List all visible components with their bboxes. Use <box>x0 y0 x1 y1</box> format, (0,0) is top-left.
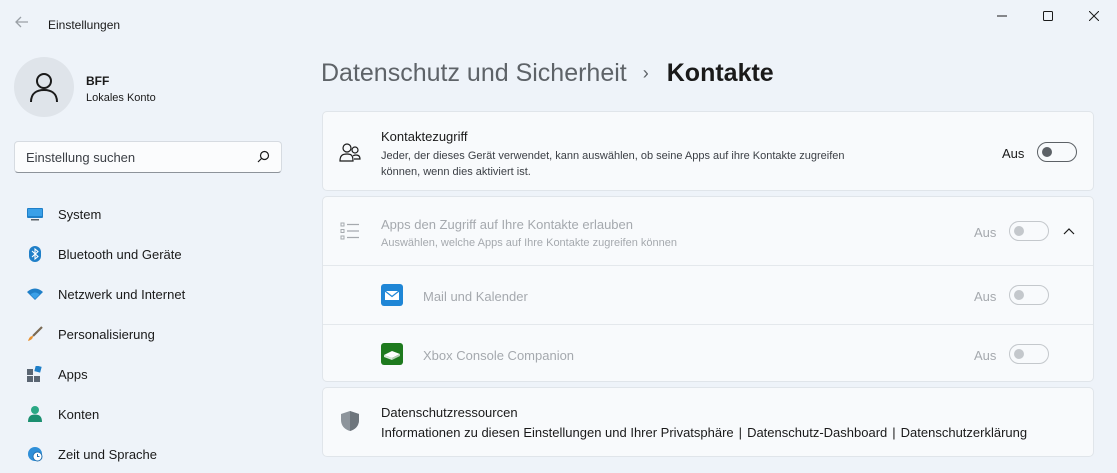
app-name: Mail und Kalender <box>423 289 528 304</box>
sidebar-item-network[interactable]: Netzwerk und Internet <box>14 274 294 314</box>
divider <box>323 324 1093 325</box>
sidebar-item-label: Netzwerk und Internet <box>58 286 186 302</box>
contacts-access-toggle[interactable] <box>1037 142 1077 162</box>
sidebar-item-label: Personalisierung <box>58 326 155 342</box>
chevron-up-icon[interactable] <box>1058 220 1080 242</box>
person-icon <box>26 405 44 423</box>
wifi-icon <box>26 285 44 303</box>
xbox-console-toggle[interactable] <box>1009 344 1049 364</box>
breadcrumb-parent[interactable]: Datenschutz und Sicherheit <box>321 59 627 88</box>
sidebar-item-personalization[interactable]: Personalisierung <box>14 314 294 354</box>
privacy-resources-card: Datenschutzressourcen Informationen zu d… <box>322 387 1094 457</box>
mail-calendar-icon <box>381 284 403 306</box>
sidebar-item-bluetooth[interactable]: Bluetooth und Geräte <box>14 234 294 274</box>
list-icon <box>339 220 361 242</box>
title-bar: Einstellungen <box>0 0 1117 48</box>
app-title: Einstellungen <box>48 18 121 32</box>
link-separator: | <box>738 425 743 440</box>
app-state: Aus <box>974 348 997 363</box>
apps-access-state: Aus <box>974 225 997 240</box>
app-name: Xbox Console Companion <box>423 348 575 363</box>
apps-icon <box>26 365 44 383</box>
privacy-info-link[interactable]: Informationen zu diesen Einstellungen un… <box>381 425 734 440</box>
apps-access-card: Apps den Zugriff auf Ihre Kontakte erlau… <box>322 196 1094 382</box>
search-box[interactable] <box>14 141 282 173</box>
apps-access-description: Auswählen, welche Apps auf Ihre Kontakte… <box>381 237 677 249</box>
toggle-knob <box>1014 349 1024 359</box>
privacy-links: Informationen zu diesen Einstellungen un… <box>381 425 1027 440</box>
contacts-access-description-line1: Jeder, der dieses Gerät verwendet, kann … <box>381 150 845 162</box>
sidebar-item-label: Apps <box>58 366 88 382</box>
search-input[interactable] <box>15 142 245 172</box>
xbox-console-icon <box>381 343 403 365</box>
toggle-knob <box>1042 147 1052 157</box>
sidebar-item-accounts[interactable]: Konten <box>14 394 294 434</box>
sidebar-item-label: System <box>58 206 102 222</box>
bluetooth-icon <box>26 245 44 263</box>
toggle-knob <box>1014 290 1024 300</box>
breadcrumb-separator: › <box>642 63 649 83</box>
mail-calendar-toggle[interactable] <box>1009 285 1049 305</box>
sidebar-item-time-language[interactable]: Zeit und Sprache <box>14 434 294 473</box>
maximize-icon <box>1043 11 1053 21</box>
link-separator: | <box>892 425 896 440</box>
apps-access-title: Apps den Zugriff auf Ihre Kontakte erlau… <box>381 217 633 232</box>
avatar[interactable] <box>14 57 74 117</box>
back-button[interactable] <box>10 14 34 34</box>
app-state: Aus <box>974 289 997 304</box>
sidebar-item-label: Konten <box>58 406 100 422</box>
minimize-icon <box>997 15 1007 17</box>
privacy-resources-title: Datenschutzressourcen <box>381 405 518 420</box>
privacy-statement-link[interactable]: Datenschutzerklärung <box>901 425 1027 440</box>
privacy-dashboard-link[interactable]: Datenschutz-Dashboard <box>747 425 887 440</box>
arrow-left-icon <box>15 16 28 28</box>
globe-clock-icon <box>26 445 44 463</box>
people-icon <box>339 141 361 163</box>
monitor-icon <box>26 205 44 223</box>
page-title: Kontakte <box>666 59 774 87</box>
maximize-button[interactable] <box>1025 0 1071 32</box>
user-name: BFF <box>86 74 110 88</box>
contacts-access-card: Kontaktezugriff Jeder, der dieses Gerät … <box>322 111 1094 191</box>
sidebar-item-system[interactable]: System <box>14 194 294 234</box>
person-outline-icon <box>30 73 58 103</box>
sidebar-nav: System Bluetooth und Geräte Netzwerk und… <box>14 194 294 473</box>
close-button[interactable] <box>1071 0 1117 32</box>
account-type: Lokales Konto <box>86 92 156 104</box>
sidebar-item-apps[interactable]: Apps <box>14 354 294 394</box>
close-icon <box>1089 11 1099 21</box>
search-icon[interactable] <box>255 149 271 165</box>
apps-access-toggle[interactable] <box>1009 221 1049 241</box>
contacts-access-title: Kontaktezugriff <box>381 129 468 144</box>
brush-icon <box>26 325 44 343</box>
sidebar-item-label: Zeit und Sprache <box>58 446 158 462</box>
contacts-access-description-line2: können, wenn dies aktiviert ist. <box>381 166 531 178</box>
breadcrumb: Datenschutz und Sicherheit › Kontakte <box>321 59 774 88</box>
minimize-button[interactable] <box>979 0 1025 32</box>
shield-icon <box>339 410 361 432</box>
contacts-access-state: Aus <box>1002 146 1025 161</box>
sidebar-item-label: Bluetooth und Geräte <box>58 246 182 262</box>
divider <box>323 265 1093 266</box>
toggle-knob <box>1014 226 1024 236</box>
